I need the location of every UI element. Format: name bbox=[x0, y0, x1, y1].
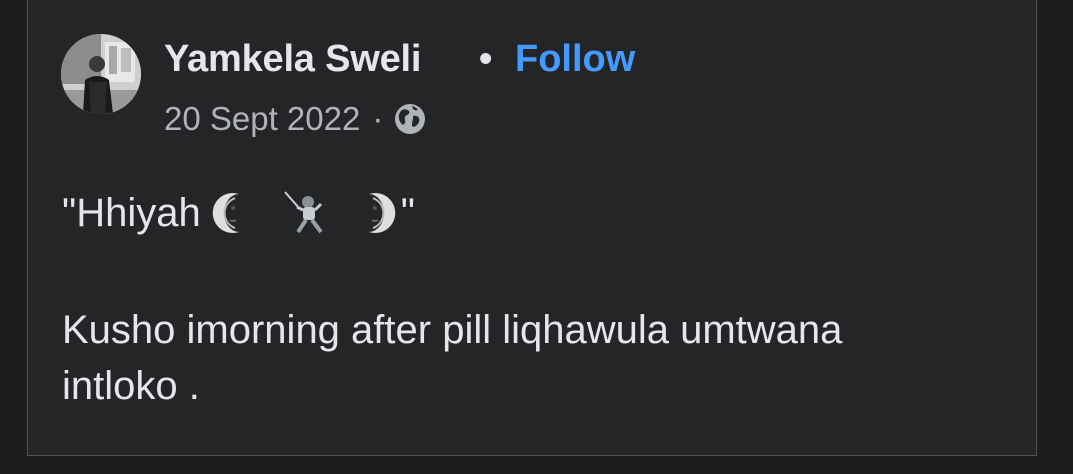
post-date[interactable]: 20 Sept 2022 bbox=[164, 100, 360, 138]
quote-text-close: " bbox=[400, 190, 415, 235]
meta-separator: · bbox=[372, 100, 384, 137]
post-meta: 20 Sept 2022 · bbox=[164, 98, 427, 140]
quote-text-open: "Hhiyah bbox=[62, 190, 201, 235]
last-quarter-moon-face-icon bbox=[211, 190, 253, 236]
post-card: Yamkela Sweli • Follow 20 Sept 2022 · "H… bbox=[27, 0, 1037, 456]
header-separator: • bbox=[479, 38, 493, 80]
first-quarter-moon-face-icon bbox=[355, 190, 397, 236]
follow-button[interactable]: Follow bbox=[515, 38, 635, 81]
globe-icon bbox=[393, 102, 427, 136]
post-text-line-1: "Hhiyah " bbox=[62, 190, 415, 236]
avatar[interactable] bbox=[61, 34, 141, 114]
post-text-line-2: Kusho imorning after pill liqhawula umtw… bbox=[62, 308, 843, 352]
profile-photo bbox=[61, 34, 141, 114]
post-text-line-3: intloko . bbox=[62, 364, 200, 408]
author-name[interactable]: Yamkela Sweli bbox=[164, 38, 421, 81]
fencer-icon bbox=[281, 190, 333, 236]
